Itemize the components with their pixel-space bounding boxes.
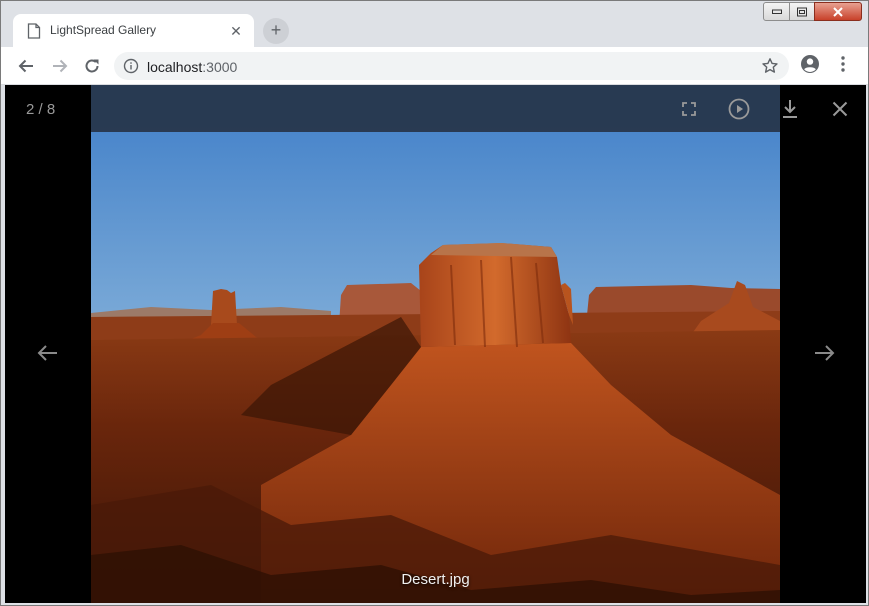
fullscreen-button[interactable]: [675, 95, 703, 123]
star-icon[interactable]: [761, 57, 779, 75]
url-text[interactable]: localhost:3000: [147, 59, 237, 75]
lightbox-viewer: 2 / 8 Desert.jpg: [5, 85, 866, 603]
maximize-icon: [797, 7, 807, 16]
tab-lightspread-gallery[interactable]: LightSpread Gallery ✕: [13, 14, 254, 47]
account-icon[interactable]: [800, 54, 820, 74]
forward-icon: [53, 59, 68, 73]
address-bar[interactable]: localhost:3000: [114, 52, 789, 80]
window-controls: [763, 2, 863, 21]
new-tab-button[interactable]: +: [263, 18, 289, 44]
url-port: :3000: [202, 59, 238, 75]
back-icon: [18, 59, 33, 73]
menu-icon[interactable]: [833, 54, 853, 74]
close-viewer-button[interactable]: [826, 95, 854, 123]
url-host: localhost: [147, 59, 203, 75]
download-button[interactable]: [776, 95, 804, 123]
next-image-button[interactable]: [809, 341, 839, 365]
prev-arrow-icon: [37, 345, 57, 361]
info-icon[interactable]: [123, 58, 139, 74]
tab-title: LightSpread Gallery: [50, 23, 157, 37]
minimize-button[interactable]: [763, 2, 790, 21]
image-caption: Desert.jpg: [401, 571, 470, 588]
previous-image-button[interactable]: [33, 341, 63, 365]
viewer-toolbar: [91, 85, 780, 132]
image-counter: 2 / 8: [26, 101, 56, 118]
slideshow-play-button[interactable]: [725, 95, 753, 123]
forward-button[interactable]: [48, 54, 72, 78]
tab-strip: LightSpread Gallery ✕ +: [1, 1, 868, 47]
window-close-icon: [833, 6, 843, 17]
minimize-icon: [771, 9, 782, 14]
tab-close-icon[interactable]: ✕: [227, 22, 245, 40]
browser-window: LightSpread Gallery ✕ + localhost:3000 2…: [0, 0, 869, 606]
maximize-button[interactable]: [789, 2, 815, 21]
browser-toolbar: localhost:3000: [1, 47, 868, 85]
fullscreen-icon: [682, 102, 696, 116]
reload-icon: [85, 59, 99, 73]
window-close-button[interactable]: [814, 2, 862, 21]
reload-button[interactable]: [80, 54, 104, 78]
desert-photo: [91, 85, 780, 603]
next-arrow-icon: [815, 345, 835, 361]
back-button[interactable]: [14, 54, 38, 78]
page-icon: [27, 23, 41, 39]
download-icon: [783, 100, 797, 118]
close-icon: [832, 101, 848, 117]
play-icon: [728, 98, 750, 120]
